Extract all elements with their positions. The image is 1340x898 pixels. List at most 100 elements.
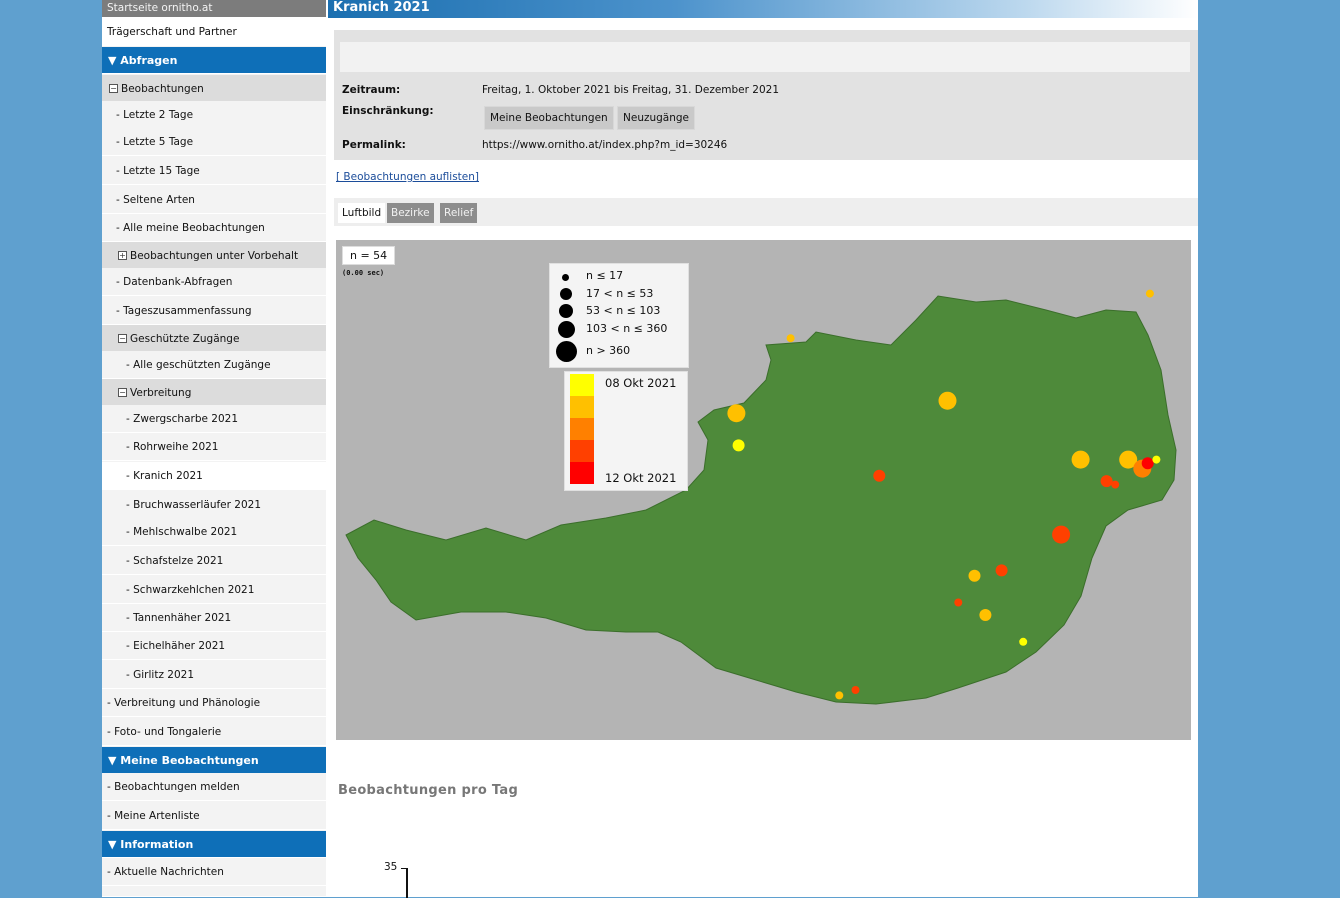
- size-legend-dot: [559, 304, 573, 318]
- sidebar-item-label: - Tannenhäher 2021: [126, 612, 232, 624]
- sidebar-group-geschuetzt[interactable]: − Geschützte Zugänge: [102, 325, 326, 353]
- chart-y-axis: [406, 868, 408, 898]
- sidebar-item-letzte-2-tage[interactable]: - Letzte 2 Tage: [102, 101, 326, 129]
- observation-point[interactable]: [835, 691, 844, 700]
- sidebar-item-label: Startseite ornitho.at: [107, 2, 213, 14]
- observation-point[interactable]: [727, 404, 746, 423]
- collapse-icon[interactable]: −: [109, 83, 118, 93]
- observation-point[interactable]: [1145, 289, 1154, 298]
- size-legend: n ≤ 17 17 < n ≤ 53 53 < n ≤ 103 103 < n …: [549, 263, 689, 368]
- meine-beobachtungen-button[interactable]: Meine Beobachtungen: [484, 106, 614, 130]
- sidebar-item-label: - Eichelhäher 2021: [126, 640, 226, 652]
- page-title: Kranich 2021: [328, 0, 1198, 18]
- sidebar-item-mehlschwalbe[interactable]: - Mehlschwalbe 2021: [102, 518, 326, 546]
- size-legend-label: 103 < n ≤ 360: [586, 322, 668, 335]
- sidebar-group-beobachtungen[interactable]: − Beobachtungen: [102, 75, 326, 103]
- size-legend-label: 53 < n ≤ 103: [586, 304, 661, 317]
- sidebar-item-kranich[interactable]: - Kranich 2021: [102, 462, 326, 490]
- date-color-legend: 08 Okt 2021 12 Okt 2021: [564, 371, 688, 491]
- sidebar-header-abfragen[interactable]: ▼ Abfragen: [102, 47, 326, 74]
- sidebar-item-letzte-15-tage[interactable]: - Letzte 15 Tage: [102, 157, 326, 185]
- sidebar-header-label: ▼ Information: [108, 838, 194, 851]
- sidebar-header-label: ▼ Meine Beobachtungen: [108, 754, 259, 767]
- sidebar-header-meine[interactable]: ▼ Meine Beobachtungen: [102, 747, 326, 774]
- sidebar-item-foto-tongalerie[interactable]: - Foto- und Tongalerie: [102, 718, 326, 746]
- sidebar-item-verbreitung-phaenologie[interactable]: - Verbreitung und Phänologie: [102, 689, 326, 717]
- sidebar: Startseite ornitho.at Trägerschaft und P…: [102, 0, 326, 897]
- observation-point[interactable]: [938, 391, 957, 410]
- observation-point[interactable]: [1141, 457, 1154, 470]
- sidebar-item-schafstelze[interactable]: - Schafstelze 2021: [102, 547, 326, 575]
- sidebar-header-information[interactable]: ▼ Information: [102, 831, 326, 858]
- sidebar-item-label: - Bruchwasserläufer 2021: [126, 499, 262, 511]
- sidebar-item-artenliste[interactable]: - Meine Artenliste: [102, 802, 326, 830]
- sidebar-item-schwarzkehlchen[interactable]: - Schwarzkehlchen 2021: [102, 576, 326, 604]
- neuzugaenge-button[interactable]: Neuzugänge: [617, 106, 696, 130]
- sidebar-item-label: - Foto- und Tongalerie: [107, 726, 222, 738]
- observation-point[interactable]: [851, 686, 860, 694]
- tab-relief[interactable]: Relief: [440, 203, 478, 223]
- sidebar-header-label: ▼ Abfragen: [108, 54, 178, 67]
- sidebar-item-label: Beobachtungen: [121, 83, 204, 95]
- map-canvas: [336, 240, 1191, 740]
- color-legend-swatch: [570, 374, 594, 396]
- observation-point[interactable]: [786, 334, 795, 343]
- sidebar-item-label: - Schafstelze 2021: [126, 555, 224, 567]
- sidebar-item-home[interactable]: Startseite ornitho.at: [102, 0, 326, 18]
- sidebar-item-datenbank[interactable]: - Datenbank-Abfragen: [102, 268, 326, 296]
- sidebar-item-girlitz[interactable]: - Girlitz 2021: [102, 661, 326, 689]
- observation-point[interactable]: [995, 564, 1008, 577]
- sidebar-item-label: - Schwarzkehlchen 2021: [126, 584, 255, 596]
- beobachtungen-auflisten-link[interactable]: [ Beobachtungen auflisten]: [336, 171, 479, 183]
- size-legend-dot: [560, 288, 572, 300]
- sidebar-item-tannenhaeher[interactable]: - Tannenhäher 2021: [102, 604, 326, 632]
- sidebar-group-verbreitung[interactable]: − Verbreitung: [102, 379, 326, 407]
- tab-luftbild[interactable]: Luftbild: [338, 203, 386, 223]
- observation-point[interactable]: [732, 439, 745, 452]
- observation-point[interactable]: [954, 598, 963, 607]
- sidebar-item-label: - Rohrweihe 2021: [126, 441, 219, 453]
- einschraenkung-label: Einschränkung:: [342, 105, 434, 117]
- sidebar-item-label: - Girlitz 2021: [126, 669, 195, 681]
- size-legend-dot: [562, 274, 569, 281]
- sidebar-item-bruchwasserlaeufer[interactable]: - Bruchwasserläufer 2021: [102, 491, 326, 519]
- observation-point[interactable]: [979, 609, 992, 621]
- sidebar-group-vorbehalt[interactable]: + Beobachtungen unter Vorbehalt: [102, 242, 326, 270]
- expand-icon[interactable]: +: [118, 250, 127, 260]
- sidebar-item-label: - Alle meine Beobachtungen: [116, 222, 265, 234]
- observation-point[interactable]: [1100, 475, 1113, 488]
- color-legend-swatch: [570, 462, 594, 484]
- collapse-icon[interactable]: −: [118, 333, 127, 343]
- sidebar-item-more[interactable]: [102, 886, 326, 897]
- sidebar-item-nachrichten[interactable]: - Aktuelle Nachrichten: [102, 858, 326, 886]
- observation-point[interactable]: [873, 469, 886, 482]
- sidebar-item-label: - Mehlschwalbe 2021: [126, 526, 238, 538]
- sidebar-item-label: - Letzte 15 Tage: [116, 165, 200, 177]
- sidebar-item-zwergscharbe[interactable]: - Zwergscharbe 2021: [102, 405, 326, 433]
- permalink-value[interactable]: https://www.ornitho.at/index.php?m_id=30…: [482, 139, 727, 151]
- tab-bezirke[interactable]: Bezirke: [387, 203, 434, 223]
- observation-point[interactable]: [1019, 637, 1028, 646]
- sidebar-item-partner[interactable]: Trägerschaft und Partner: [102, 18, 326, 46]
- sidebar-item-label: - Zwergscharbe 2021: [126, 413, 238, 425]
- sidebar-item-letzte-5-tage[interactable]: - Letzte 5 Tage: [102, 128, 326, 156]
- sidebar-item-rohrweihe[interactable]: - Rohrweihe 2021: [102, 433, 326, 461]
- sidebar-item-melden[interactable]: - Beobachtungen melden: [102, 773, 326, 801]
- sidebar-item-alle-geschuetzt[interactable]: - Alle geschützten Zugänge: [102, 351, 326, 379]
- page-frame: Startseite ornitho.at Trägerschaft und P…: [102, 0, 1198, 898]
- observation-point[interactable]: [1052, 525, 1071, 544]
- distribution-map[interactable]: n = 54 (0.00 sec) n ≤ 17 17 < n ≤ 53 53 …: [336, 240, 1191, 740]
- sidebar-item-seltene-arten[interactable]: - Seltene Arten: [102, 186, 326, 214]
- sidebar-item-tageszusammenfassung[interactable]: - Tageszusammenfassung: [102, 297, 326, 325]
- sidebar-item-label: - Verbreitung und Phänologie: [107, 697, 261, 709]
- observation-point[interactable]: [1071, 450, 1090, 469]
- observation-point[interactable]: [968, 569, 981, 582]
- observation-point[interactable]: [1152, 455, 1161, 464]
- sidebar-item-label: Trägerschaft und Partner: [107, 26, 237, 38]
- color-legend-swatch: [570, 396, 594, 418]
- sidebar-item-alle-meine[interactable]: - Alle meine Beobachtungen: [102, 214, 326, 242]
- collapse-icon[interactable]: −: [118, 387, 127, 397]
- observation-point[interactable]: [1111, 480, 1120, 489]
- sidebar-item-label: - Letzte 5 Tage: [116, 136, 194, 148]
- sidebar-item-eichelhaeher[interactable]: - Eichelhäher 2021: [102, 632, 326, 660]
